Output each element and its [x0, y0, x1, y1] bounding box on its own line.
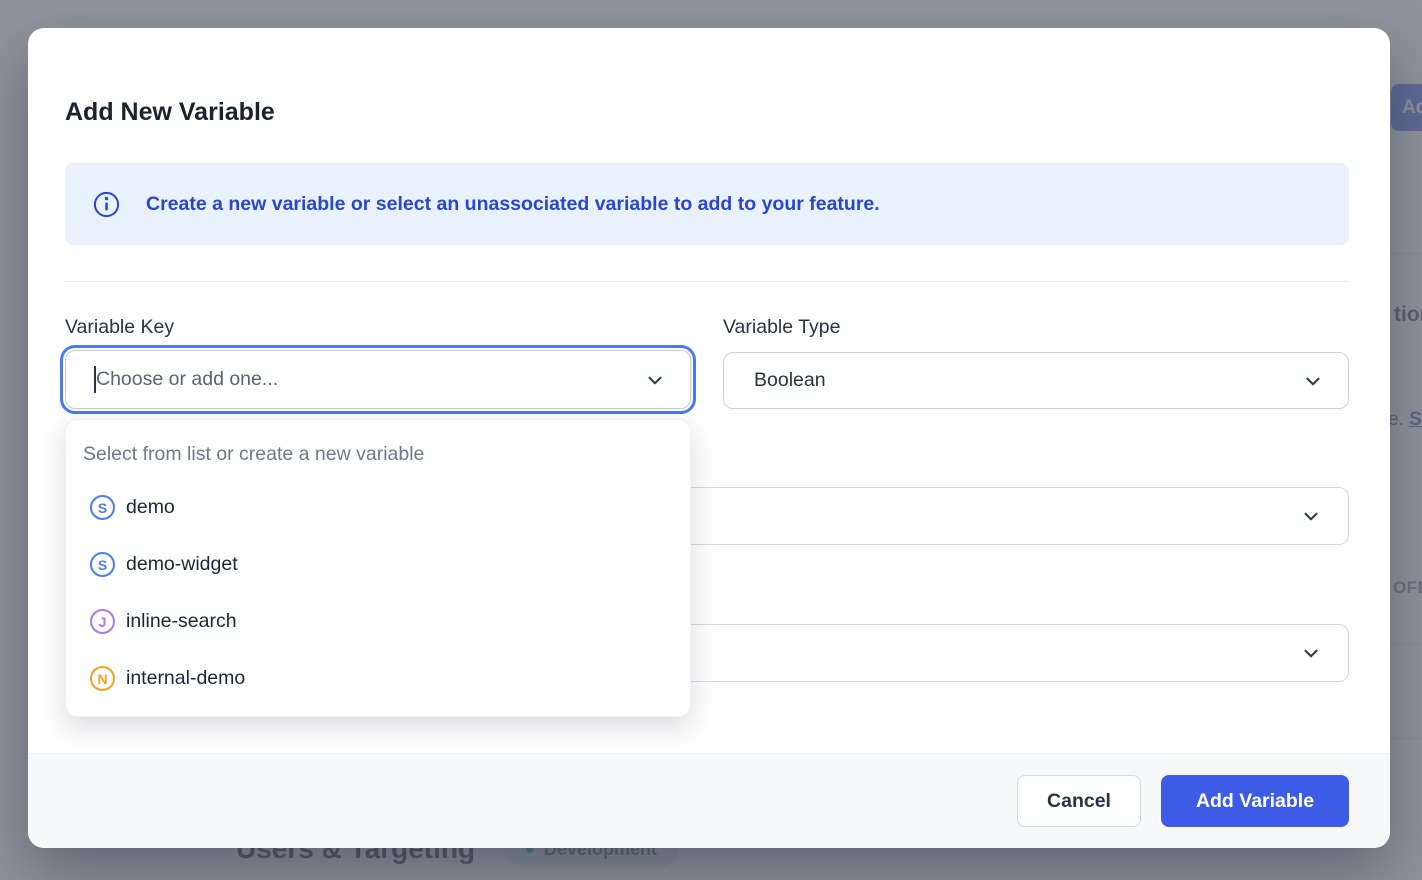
- variable-key-dropdown: Select from list or create a new variabl…: [65, 419, 691, 717]
- dropdown-item-demo-widget[interactable]: S demo-widget: [66, 536, 690, 593]
- dropdown-item-label: inline-search: [126, 610, 237, 633]
- json-type-icon: J: [90, 609, 115, 634]
- string-type-icon: S: [90, 552, 115, 577]
- dropdown-item-label: internal-demo: [126, 667, 245, 690]
- number-type-icon: N: [90, 666, 115, 691]
- dropdown-list: S demo S demo-widget J inline-search N i…: [66, 479, 690, 707]
- variable-type-label: Variable Type: [723, 316, 840, 339]
- variable-type-value: Boolean: [754, 369, 826, 392]
- dropdown-item-internal-demo[interactable]: N internal-demo: [66, 650, 690, 707]
- dropdown-item-label: demo-widget: [126, 553, 238, 576]
- add-variable-button[interactable]: Add Variable: [1161, 775, 1349, 827]
- dropdown-item-label: demo: [126, 496, 175, 519]
- add-variable-modal: Add New Variable Create a new variable o…: [28, 28, 1390, 848]
- variable-key-input[interactable]: [96, 368, 644, 391]
- chevron-down-icon: [644, 369, 666, 391]
- chevron-down-icon: [1302, 370, 1324, 392]
- variable-type-select[interactable]: Boolean: [723, 352, 1349, 409]
- variable-key-label: Variable Key: [65, 316, 174, 339]
- info-banner-text: Create a new variable or select an unass…: [146, 193, 880, 216]
- section-divider: [65, 281, 1349, 282]
- string-type-icon: S: [90, 495, 115, 520]
- dropdown-item-inline-search[interactable]: J inline-search: [66, 593, 690, 650]
- modal-title: Add New Variable: [65, 98, 275, 127]
- cancel-button[interactable]: Cancel: [1017, 775, 1141, 827]
- variable-key-select[interactable]: [65, 350, 691, 409]
- info-banner: Create a new variable or select an unass…: [65, 163, 1349, 245]
- chevron-down-icon: [1300, 505, 1322, 527]
- dropdown-header: Select from list or create a new variabl…: [66, 443, 690, 466]
- dropdown-item-demo[interactable]: S demo: [66, 479, 690, 536]
- modal-footer: Cancel Add Variable: [28, 753, 1390, 848]
- chevron-down-icon: [1300, 642, 1322, 664]
- info-icon: [93, 191, 120, 218]
